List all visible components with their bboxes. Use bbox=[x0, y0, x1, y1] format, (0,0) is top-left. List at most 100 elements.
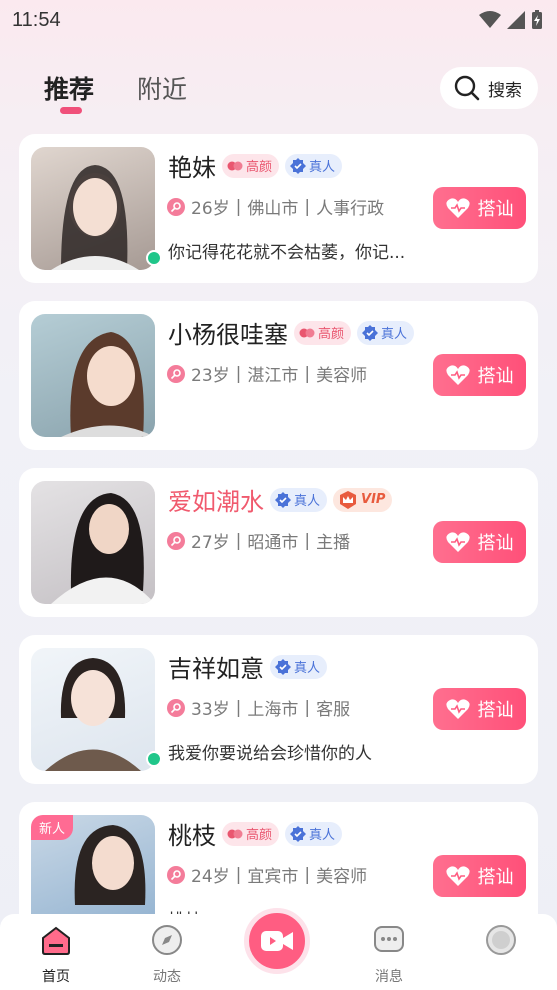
search-button[interactable]: 搜索 bbox=[440, 67, 538, 109]
profile-job: 人事行政 bbox=[316, 199, 385, 219]
profile-age: 23岁 bbox=[191, 366, 230, 386]
search-label: 搜索 bbox=[488, 80, 522, 101]
avatar[interactable] bbox=[31, 314, 155, 437]
profile-meta: 27岁 | 昭通市 | 主播 bbox=[167, 528, 350, 553]
profile-city: 昭通市 bbox=[247, 533, 299, 553]
meta-divider: | bbox=[235, 697, 242, 718]
nav-home-label: 首页 bbox=[42, 969, 70, 985]
verified-badge: 真人 bbox=[270, 487, 328, 512]
greet-label: 搭讪 bbox=[477, 700, 514, 721]
verified-badge: 真人 bbox=[270, 654, 328, 679]
female-icon bbox=[167, 364, 185, 383]
meta-divider: | bbox=[304, 530, 311, 551]
meta-divider: | bbox=[304, 196, 311, 217]
heart-icon bbox=[445, 198, 470, 218]
avatar[interactable] bbox=[31, 147, 155, 270]
tab-recommend[interactable]: 推荐 bbox=[44, 70, 94, 106]
beauty-badge: 高颜 bbox=[294, 320, 352, 345]
greet-label: 搭讪 bbox=[477, 199, 514, 220]
meta-divider: | bbox=[304, 697, 311, 718]
verified-icon bbox=[290, 157, 307, 174]
avatar[interactable] bbox=[31, 648, 155, 771]
beauty-badge-label: 高颜 bbox=[246, 828, 273, 843]
home-icon bbox=[42, 926, 70, 955]
profile-card[interactable]: 爱如潮水 真人 VIP 27岁 | 昭通市 | 主播 搭讪 bbox=[19, 468, 538, 617]
profile-card[interactable]: 小杨很哇塞 高颜 真人 23岁 | 湛江市 | 美容师 搭讪 bbox=[19, 301, 538, 450]
nav-moments-label: 动态 bbox=[153, 969, 181, 985]
profile-age: 27岁 bbox=[191, 533, 230, 553]
video-call-button[interactable] bbox=[244, 908, 310, 974]
beauty-badge: 高颜 bbox=[222, 153, 280, 178]
greet-button[interactable]: 搭讪 bbox=[433, 521, 526, 563]
tab-nearby[interactable]: 附近 bbox=[137, 70, 187, 106]
profile-name: 桃枝 bbox=[168, 822, 216, 850]
female-icon bbox=[167, 531, 185, 550]
search-icon bbox=[454, 75, 480, 101]
beauty-badge-label: 高颜 bbox=[246, 160, 273, 175]
profile-job: 美容师 bbox=[316, 867, 368, 887]
name-row: 桃枝 高颜 真人 bbox=[168, 816, 343, 851]
greet-label: 搭讪 bbox=[477, 533, 514, 554]
nav-home[interactable]: 首页 bbox=[21, 924, 91, 986]
greet-button[interactable]: 搭讪 bbox=[433, 187, 526, 229]
signal-icon bbox=[507, 11, 525, 29]
profile-card[interactable]: 吉祥如意 真人 33岁 | 上海市 | 客服 我爱你要说给会珍惜你的人 搭讪 bbox=[19, 635, 538, 784]
name-row: 艳妹 高颜 真人 bbox=[168, 148, 343, 183]
status-bar: 11:54 bbox=[0, 0, 557, 40]
message-icon bbox=[374, 926, 404, 952]
greet-button[interactable]: 搭讪 bbox=[433, 354, 526, 396]
profile-city: 佛山市 bbox=[247, 199, 299, 219]
verified-icon bbox=[290, 825, 307, 842]
verified-badge: 真人 bbox=[285, 153, 343, 178]
profile-job: 客服 bbox=[316, 700, 351, 720]
nav-messages[interactable]: 消息 bbox=[354, 924, 424, 986]
flower-icon bbox=[227, 829, 243, 838]
profile-city: 宜宾市 bbox=[247, 867, 299, 887]
profile-icon bbox=[486, 925, 516, 955]
nav-profile[interactable] bbox=[466, 924, 536, 966]
female-icon bbox=[167, 698, 185, 717]
wifi-icon bbox=[479, 11, 501, 28]
profile-name: 吉祥如意 bbox=[168, 655, 264, 683]
online-indicator bbox=[146, 751, 162, 767]
video-camera-icon bbox=[261, 931, 293, 951]
nav-moments[interactable]: 动态 bbox=[132, 924, 202, 986]
profile-meta: 23岁 | 湛江市 | 美容师 bbox=[167, 361, 367, 386]
online-indicator bbox=[146, 250, 162, 266]
profile-city: 上海市 bbox=[247, 700, 299, 720]
profile-age: 26岁 bbox=[191, 199, 230, 219]
verified-badge-label: 真人 bbox=[294, 494, 321, 509]
profile-meta: 24岁 | 宜宾市 | 美容师 bbox=[167, 862, 367, 887]
header: 推荐 附近 搜索 bbox=[0, 62, 557, 118]
new-user-badge: 新人 bbox=[31, 815, 74, 840]
battery-icon bbox=[532, 10, 542, 29]
profile-card[interactable]: 艳妹 高颜 真人 26岁 | 佛山市 | 人事行政 你记得花花就不会枯萎，你记...… bbox=[19, 134, 538, 283]
flower-icon bbox=[227, 161, 243, 170]
profile-name: 小杨很哇塞 bbox=[168, 321, 288, 349]
greet-button[interactable]: 搭讪 bbox=[433, 688, 526, 730]
meta-divider: | bbox=[235, 530, 242, 551]
female-icon bbox=[167, 865, 185, 884]
name-row: 爱如潮水 真人 VIP bbox=[168, 482, 393, 517]
nav-messages-label: 消息 bbox=[375, 969, 403, 985]
beauty-badge: 高颜 bbox=[222, 821, 280, 846]
name-row: 吉祥如意 真人 bbox=[168, 649, 328, 684]
verified-badge: 真人 bbox=[357, 320, 415, 345]
verified-icon bbox=[275, 658, 291, 675]
avatar[interactable] bbox=[31, 481, 155, 604]
female-icon bbox=[167, 197, 185, 216]
verified-badge-label: 真人 bbox=[294, 661, 321, 676]
vip-badge-label: VIP bbox=[361, 492, 386, 507]
greet-button[interactable]: 搭讪 bbox=[433, 855, 526, 897]
flower-icon bbox=[299, 328, 315, 337]
meta-divider: | bbox=[235, 864, 242, 885]
active-tab-indicator bbox=[60, 107, 82, 114]
crown-icon bbox=[340, 490, 357, 509]
profile-job: 主播 bbox=[316, 533, 351, 553]
name-row: 小杨很哇塞 高颜 真人 bbox=[168, 315, 415, 350]
status-time: 11:54 bbox=[12, 8, 61, 31]
vip-badge: VIP bbox=[333, 487, 393, 512]
heart-icon bbox=[445, 866, 470, 886]
verified-badge-label: 真人 bbox=[309, 160, 336, 175]
profile-bio: 我爱你要说给会珍惜你的人 bbox=[168, 744, 372, 764]
